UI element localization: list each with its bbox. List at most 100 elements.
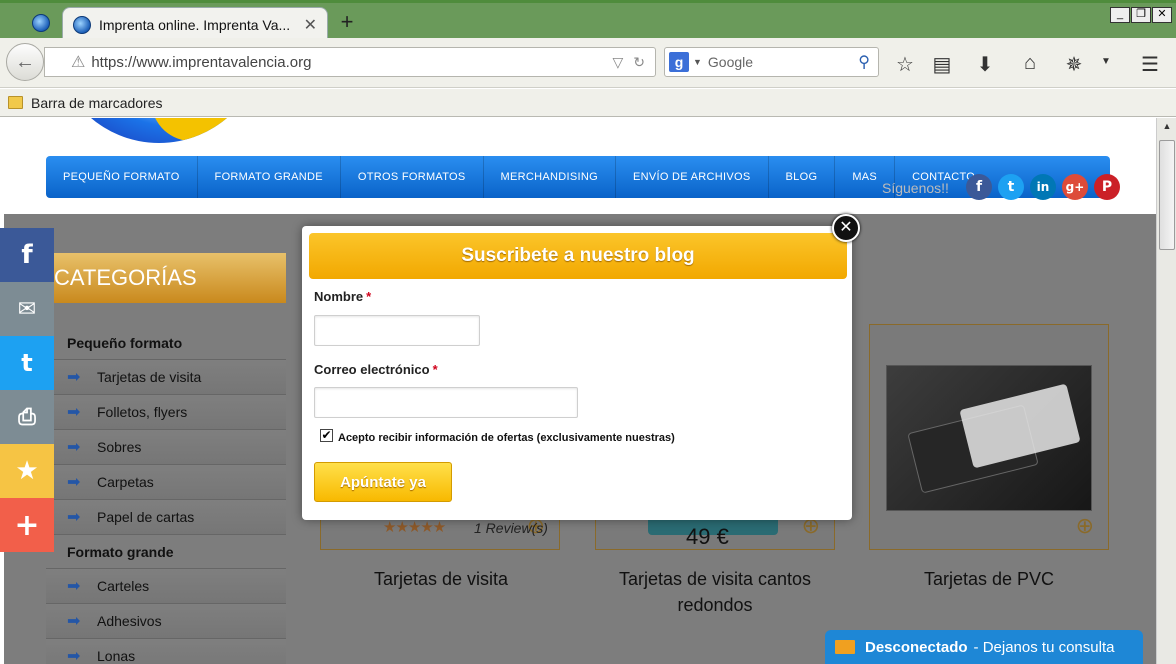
- chat-message: - Dejanos tu consulta: [973, 638, 1115, 656]
- search-placeholder: Google: [707, 54, 754, 70]
- url-text: https://www.imprentavalencia.org: [91, 53, 312, 71]
- download-icon[interactable]: ⬇: [973, 52, 997, 77]
- reload-icon[interactable]: ↻: [633, 54, 645, 71]
- chat-status: Desconectado: [865, 638, 968, 656]
- tab-strip: Imprenta online. Imprenta Va... ✕ + _ ❐ …: [0, 0, 1176, 41]
- product-name[interactable]: Tarjetas de PVC: [869, 566, 1109, 592]
- name-label: Nombre *: [314, 289, 371, 304]
- name-field[interactable]: [314, 315, 480, 346]
- dropdown-icon[interactable]: ▽: [612, 54, 623, 71]
- category-group-title[interactable]: Formato grande: [46, 535, 286, 569]
- arrow-right-icon: ➡: [67, 612, 81, 630]
- category-item[interactable]: ➡ Carpetas: [46, 465, 286, 500]
- email-field[interactable]: [314, 387, 578, 418]
- category-item[interactable]: ➡ Lonas: [46, 639, 286, 664]
- share-more-icon[interactable]: +: [0, 498, 54, 552]
- close-icon[interactable]: ✕: [832, 214, 860, 242]
- new-tab-button[interactable]: +: [336, 11, 358, 33]
- category-label: Lonas: [97, 647, 136, 664]
- nav-item[interactable]: OTROS FORMATOS: [341, 156, 484, 198]
- bookmark-star-icon[interactable]: ☆: [893, 52, 917, 77]
- product-name[interactable]: Tarjetas de visita: [321, 566, 561, 592]
- engine-dropdown-icon[interactable]: ▼: [693, 57, 702, 67]
- share-twitter-icon[interactable]: t: [0, 336, 54, 390]
- pinned-tab[interactable]: [22, 8, 60, 38]
- arrow-right-icon: ➡: [67, 647, 81, 664]
- pvc-card-shape: [959, 383, 1081, 469]
- category-list: Pequeño formato ➡ Tarjetas de visita ➡ Fol…: [46, 326, 286, 664]
- nav-item[interactable]: BLOG: [769, 156, 836, 198]
- search-box[interactable]: g ▼ Google ⚲: [664, 47, 879, 77]
- category-item[interactable]: ➡ Papel de cartas: [46, 500, 286, 535]
- tab-title: Imprenta online. Imprenta Va...: [99, 16, 291, 33]
- linkedin-icon[interactable]: in: [1030, 174, 1056, 200]
- arrow-right-icon: ➡: [67, 438, 81, 456]
- chat-widget[interactable]: Desconectado - Dejanos tu consulta: [825, 630, 1143, 664]
- site-favicon-icon: [73, 15, 91, 34]
- category-item[interactable]: ➡ Tarjetas de visita: [46, 360, 286, 395]
- pinterest-icon[interactable]: P: [1094, 174, 1120, 200]
- minimize-button[interactable]: _: [1110, 7, 1130, 23]
- extension-icon[interactable]: ✵: [1062, 52, 1086, 77]
- category-label: Carpetas: [97, 473, 154, 490]
- url-bar[interactable]: ⚠ https://www.imprentavalencia.org ▽ ↻: [44, 47, 656, 77]
- facebook-icon[interactable]: f: [966, 174, 992, 200]
- share-facebook-icon[interactable]: f: [0, 228, 54, 282]
- tab-close-icon[interactable]: ✕: [304, 15, 317, 35]
- required-mark: *: [366, 289, 372, 304]
- site-favicon-icon: [32, 14, 50, 32]
- tab-active[interactable]: Imprenta online. Imprenta Va... ✕: [62, 7, 328, 41]
- share-print-icon[interactable]: ⎙: [0, 390, 54, 444]
- category-label: Folletos, flyers: [97, 403, 188, 420]
- share-favorite-icon[interactable]: ★: [0, 444, 54, 498]
- restore-button[interactable]: ❐: [1131, 7, 1151, 23]
- category-label: Tarjetas de visita: [97, 368, 202, 385]
- nav-item[interactable]: FORMATO GRANDE: [198, 156, 341, 198]
- scrollbar-thumb[interactable]: [1159, 140, 1175, 250]
- home-icon[interactable]: ⌂: [1018, 52, 1042, 75]
- envelope-icon: [835, 640, 855, 654]
- twitter-icon[interactable]: t: [998, 174, 1024, 200]
- reading-list-icon[interactable]: ▤: [930, 52, 954, 77]
- zoom-icon[interactable]: ⊕: [1076, 513, 1094, 539]
- arrow-right-icon: ➡: [67, 473, 81, 491]
- nav-item[interactable]: MERCHANDISING: [484, 156, 616, 198]
- reviews-count[interactable]: 1 Review(s): [474, 520, 548, 536]
- close-window-button[interactable]: ✕: [1152, 7, 1172, 23]
- arrow-right-icon: ➡: [67, 508, 81, 526]
- consent-label[interactable]: Acepto recibir información de ofertas (e…: [338, 432, 675, 444]
- page-scrollbar[interactable]: ▲: [1156, 118, 1176, 664]
- category-group-title[interactable]: Pequeño formato: [46, 326, 286, 360]
- site-logo[interactable]: [54, 118, 264, 143]
- product-card[interactable]: ⊕: [869, 324, 1109, 550]
- follow-us-label: Síguenos!!: [882, 180, 949, 196]
- search-icon[interactable]: ⚲: [858, 52, 870, 72]
- scroll-up-icon[interactable]: ▲: [1159, 121, 1175, 137]
- main-navigation: PEQUEÑO FORMATO FORMATO GRANDE OTROS FOR…: [46, 156, 1110, 198]
- nav-item[interactable]: ENVÍO DE ARCHIVOS: [616, 156, 769, 198]
- category-item[interactable]: ➡ Carteles: [46, 569, 286, 604]
- nav-item[interactable]: PEQUEÑO FORMATO: [46, 156, 198, 198]
- modal-title: Suscribete a nuestro blog: [309, 233, 847, 279]
- arrow-right-icon: ➡: [67, 368, 81, 386]
- menu-icon[interactable]: ☰: [1138, 52, 1162, 77]
- submit-button[interactable]: Apúntate ya: [314, 462, 452, 502]
- required-mark: *: [432, 362, 438, 377]
- google-plus-icon[interactable]: g+: [1062, 174, 1088, 200]
- back-arrow-icon: ←: [15, 50, 35, 73]
- extension-dropdown-icon[interactable]: ▼: [1094, 56, 1118, 67]
- category-item[interactable]: ➡ Adhesivos: [46, 604, 286, 639]
- rating-stars-icon: ★★★★★: [383, 519, 446, 536]
- back-button[interactable]: ←: [6, 43, 44, 81]
- bookmarks-folder-label[interactable]: Barra de marcadores: [31, 95, 163, 111]
- google-icon: g: [669, 52, 689, 72]
- bookmarks-bar: Barra de marcadores: [0, 89, 1176, 117]
- category-item[interactable]: ➡ Folletos, flyers: [46, 395, 286, 430]
- consent-checkbox[interactable]: ✔: [320, 429, 333, 442]
- category-item[interactable]: ➡ Sobres: [46, 430, 286, 465]
- share-email-icon[interactable]: ✉: [0, 282, 54, 336]
- folder-icon: [8, 96, 23, 109]
- email-label: Correo electrónico *: [314, 362, 438, 377]
- category-label: Sobres: [97, 438, 142, 455]
- product-name[interactable]: Tarjetas de visita cantos redondos: [595, 566, 835, 618]
